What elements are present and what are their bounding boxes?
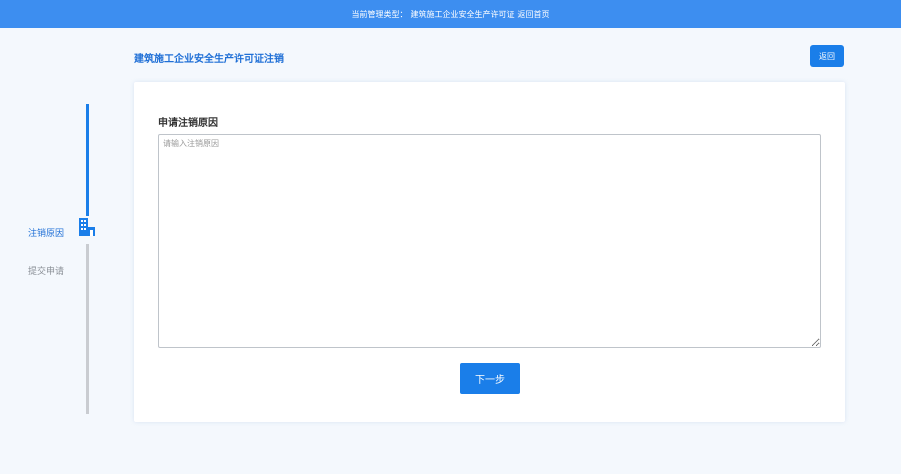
step-progress-line-active [86, 104, 89, 216]
top-header-bar: 当前管理类型： 建筑施工企业安全生产许可证 返回首页 [0, 0, 901, 28]
step-progress-line-pending [86, 244, 89, 414]
step-reason: 注销原因 [28, 229, 65, 239]
page-title: 建筑施工企业安全生产许可证注销 [134, 54, 284, 65]
reason-section-title: 申请注销原因 [158, 118, 218, 129]
building-icon [79, 218, 95, 236]
management-type-value: 建筑施工企业安全生产许可证 [410, 9, 515, 19]
management-type-label: 当前管理类型： [351, 9, 408, 19]
return-home-link[interactable]: 返回首页 [518, 9, 550, 20]
form-card: 申请注销原因 下一步 [134, 82, 845, 422]
back-button[interactable]: 返回 [810, 45, 844, 67]
next-step-button[interactable]: 下一步 [460, 363, 520, 394]
cancellation-reason-input[interactable] [158, 134, 821, 348]
step-submit: 提交申请 [28, 267, 65, 277]
